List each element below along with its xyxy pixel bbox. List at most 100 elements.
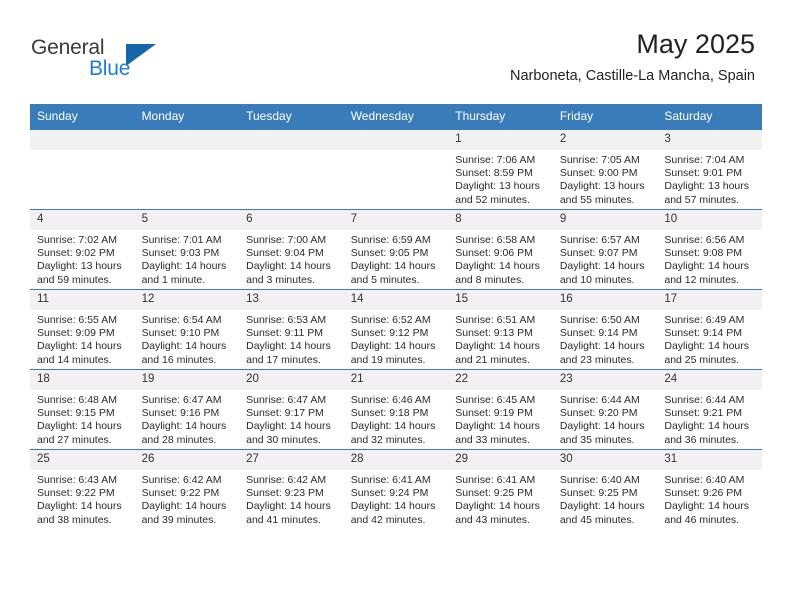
daylight-text-line1: Daylight: 14 hours — [559, 340, 645, 353]
calendar-cell-day[interactable]: 18 Sunrise: 6:48 AM Sunset: 9:15 PM Dayligh… — [30, 369, 135, 450]
sunrise-text: Sunrise: 6:53 AM — [246, 314, 327, 326]
calendar-cell-day[interactable]: 25 Sunrise: 6:43 AM Sunset: 9:22 PM Dayligh… — [30, 449, 135, 529]
day-cell: 25 Sunrise: 6:43 AM Sunset: 9:22 PM Dayligh… — [30, 450, 135, 529]
daylight-text-line1: Daylight: 14 hours — [664, 500, 750, 513]
sunset-text: Sunset: 9:01 PM — [664, 167, 743, 180]
day-cell: 4 Sunrise: 7:02 AM Sunset: 9:02 PM Daylight… — [30, 210, 135, 289]
calendar-cell-day[interactable]: 12 Sunrise: 6:54 AM Sunset: 9:10 PM Dayligh… — [134, 289, 240, 370]
daylight-text-line1: Daylight: 14 hours — [37, 420, 122, 433]
page-subtitle: Narboneta, Castille-La Mancha, Spain — [509, 68, 755, 84]
calendar-page: General Blue May 2025 Narboneta, Castill… — [0, 0, 792, 612]
day-cell: 10 Sunrise: 6:56 AM Sunset: 9:08 PM Dayligh… — [657, 210, 762, 289]
calendar-cell-day[interactable]: 4 Sunrise: 7:02 AM Sunset: 9:02 PM Daylight… — [30, 209, 135, 290]
day-number: 12 — [134, 290, 240, 310]
day-number: 20 — [239, 370, 344, 390]
daylight-text-line2: and 59 minutes. — [37, 273, 112, 286]
day-number: 31 — [657, 450, 762, 470]
day-number: 8 — [448, 210, 553, 230]
calendar-cell-day[interactable]: 17 Sunrise: 6:49 AM Sunset: 9:14 PM Dayligh… — [657, 289, 762, 370]
day-number: 23 — [552, 370, 658, 390]
sunrise-text: Sunrise: 6:54 AM — [141, 314, 222, 326]
calendar-week-row: 4 Sunrise: 7:02 AM Sunset: 9:02 PM Daylight… — [30, 209, 762, 290]
calendar-cell-day[interactable]: 24 Sunrise: 6:44 AM Sunset: 9:21 PM Dayligh… — [657, 369, 762, 450]
calendar-cell-day[interactable]: 21 Sunrise: 6:46 AM Sunset: 9:18 PM Dayligh… — [343, 369, 449, 450]
calendar-cell-day[interactable]: 6 Sunrise: 7:00 AM Sunset: 9:04 PM Daylight… — [239, 209, 344, 290]
calendar-cell-day[interactable]: 30 Sunrise: 6:40 AM Sunset: 9:25 PM Dayligh… — [552, 449, 658, 529]
day-cell: 7 Sunrise: 6:59 AM Sunset: 9:05 PM Daylight… — [343, 210, 449, 289]
daylight-text-line2: and 14 minutes. — [37, 353, 112, 366]
general-blue-logo[interactable]: General Blue — [31, 36, 211, 84]
day-number: 30 — [552, 450, 658, 470]
day-cell: 1 Sunrise: 7:06 AM Sunset: 8:59 PM Daylight… — [448, 130, 553, 209]
day-cell: 6 Sunrise: 7:00 AM Sunset: 9:04 PM Daylight… — [239, 210, 344, 289]
daylight-text-line1: Daylight: 14 hours — [559, 500, 645, 513]
day-cell: 18 Sunrise: 6:48 AM Sunset: 9:15 PM Dayligh… — [30, 370, 135, 449]
calendar-cell-day[interactable]: 1 Sunrise: 7:06 AM Sunset: 8:59 PM Daylight… — [448, 129, 553, 210]
daylight-text-line1: Daylight: 14 hours — [559, 260, 645, 273]
calendar-week-row: 11 Sunrise: 6:55 AM Sunset: 9:09 PM Dayligh… — [30, 289, 762, 370]
day-number: 15 — [448, 290, 553, 310]
sunrise-text: Sunrise: 7:00 AM — [246, 234, 327, 246]
day-details: Sunrise: 6:40 AM Sunset: 9:25 PM Daylight:… — [553, 470, 658, 527]
calendar-cell-day[interactable]: 27 Sunrise: 6:42 AM Sunset: 9:23 PM Dayligh… — [239, 449, 344, 529]
daylight-text-line1: Daylight: 14 hours — [559, 420, 645, 433]
day-number — [134, 130, 240, 150]
daylight-text-line1: Daylight: 14 hours — [350, 260, 436, 273]
sunrise-text: Sunrise: 7:02 AM — [37, 234, 117, 246]
calendar-cell-day[interactable]: 26 Sunrise: 6:42 AM Sunset: 9:22 PM Dayligh… — [134, 449, 240, 529]
day-number — [30, 130, 135, 150]
daylight-text-line2: and 43 minutes. — [455, 513, 530, 526]
sunset-text: Sunset: 9:05 PM — [350, 247, 429, 260]
sunset-text: Sunset: 9:22 PM — [141, 487, 220, 500]
calendar-cell-day[interactable]: 19 Sunrise: 6:47 AM Sunset: 9:16 PM Dayligh… — [134, 369, 240, 450]
day-cell: 26 Sunrise: 6:42 AM Sunset: 9:22 PM Dayligh… — [134, 450, 240, 529]
calendar-cell-day[interactable]: 20 Sunrise: 6:47 AM Sunset: 9:17 PM Dayligh… — [239, 369, 344, 450]
day-number: 6 — [239, 210, 344, 230]
weekday-header-tuesday: Tuesday — [239, 104, 344, 130]
sunset-text: Sunset: 9:18 PM — [350, 407, 429, 420]
daylight-text-line1: Daylight: 14 hours — [246, 500, 331, 513]
calendar-cell-day[interactable]: 7 Sunrise: 6:59 AM Sunset: 9:05 PM Daylight… — [343, 209, 449, 290]
day-cell: 16 Sunrise: 6:50 AM Sunset: 9:14 PM Dayligh… — [552, 290, 658, 369]
day-number: 11 — [30, 290, 135, 310]
sunrise-text: Sunrise: 6:49 AM — [664, 314, 745, 326]
calendar-cell-day[interactable]: 22 Sunrise: 6:45 AM Sunset: 9:19 PM Dayligh… — [448, 369, 553, 450]
weekday-header-saturday: Saturday — [657, 104, 762, 130]
calendar-body: 1 Sunrise: 7:06 AM Sunset: 8:59 PM Daylight… — [30, 129, 762, 529]
day-details: Sunrise: 6:45 AM Sunset: 9:19 PM Daylight:… — [448, 390, 553, 447]
day-cell: 17 Sunrise: 6:49 AM Sunset: 9:14 PM Dayligh… — [657, 290, 762, 369]
calendar-cell-day[interactable]: 2 Sunrise: 7:05 AM Sunset: 9:00 PM Daylight… — [552, 129, 658, 210]
day-details: Sunrise: 6:42 AM Sunset: 9:23 PM Daylight:… — [239, 470, 344, 527]
calendar-cell-day[interactable]: 8 Sunrise: 6:58 AM Sunset: 9:06 PM Daylight… — [448, 209, 553, 290]
daylight-text-line1: Daylight: 14 hours — [37, 500, 122, 513]
day-details: Sunrise: 6:48 AM Sunset: 9:15 PM Daylight:… — [30, 390, 135, 447]
day-details: Sunrise: 6:43 AM Sunset: 9:22 PM Daylight:… — [30, 470, 135, 527]
daylight-text-line2: and 17 minutes. — [246, 353, 321, 366]
calendar-cell-day[interactable]: 23 Sunrise: 6:44 AM Sunset: 9:20 PM Dayligh… — [552, 369, 658, 450]
day-details: Sunrise: 6:46 AM Sunset: 9:18 PM Daylight:… — [344, 390, 449, 447]
calendar-cell-day[interactable]: 31 Sunrise: 6:40 AM Sunset: 9:26 PM Dayligh… — [657, 449, 762, 529]
calendar-cell-day[interactable]: 5 Sunrise: 7:01 AM Sunset: 9:03 PM Daylight… — [134, 209, 240, 290]
calendar-cell-day[interactable]: 11 Sunrise: 6:55 AM Sunset: 9:09 PM Dayligh… — [30, 289, 135, 370]
calendar-cell-day[interactable]: 29 Sunrise: 6:41 AM Sunset: 9:25 PM Dayligh… — [448, 449, 553, 529]
sunset-text: Sunset: 9:03 PM — [141, 247, 220, 260]
daylight-text-line1: Daylight: 14 hours — [141, 260, 227, 273]
calendar-cell-empty — [30, 129, 135, 210]
calendar-cell-day[interactable]: 28 Sunrise: 6:41 AM Sunset: 9:24 PM Dayligh… — [343, 449, 449, 529]
calendar-cell-day[interactable]: 15 Sunrise: 6:51 AM Sunset: 9:13 PM Dayligh… — [448, 289, 553, 370]
day-cell: 29 Sunrise: 6:41 AM Sunset: 9:25 PM Dayligh… — [448, 450, 553, 529]
day-cell: 12 Sunrise: 6:54 AM Sunset: 9:10 PM Dayligh… — [134, 290, 240, 369]
daylight-text-line2: and 45 minutes. — [559, 513, 635, 526]
calendar-cell-day[interactable]: 10 Sunrise: 6:56 AM Sunset: 9:08 PM Dayligh… — [657, 209, 762, 290]
calendar-cell-day[interactable]: 3 Sunrise: 7:04 AM Sunset: 9:01 PM Daylight… — [657, 129, 762, 210]
calendar-cell-day[interactable]: 13 Sunrise: 6:53 AM Sunset: 9:11 PM Dayligh… — [239, 289, 344, 370]
day-details: Sunrise: 7:05 AM Sunset: 9:00 PM Daylight:… — [553, 150, 658, 207]
calendar-cell-day[interactable]: 14 Sunrise: 6:52 AM Sunset: 9:12 PM Dayligh… — [343, 289, 449, 370]
day-cell: 11 Sunrise: 6:55 AM Sunset: 9:09 PM Dayligh… — [30, 290, 135, 369]
day-cell: 23 Sunrise: 6:44 AM Sunset: 9:20 PM Dayligh… — [552, 370, 658, 449]
day-number: 5 — [134, 210, 240, 230]
sunrise-text: Sunrise: 6:57 AM — [559, 234, 640, 246]
calendar-cell-day[interactable]: 9 Sunrise: 6:57 AM Sunset: 9:07 PM Daylight… — [552, 209, 658, 290]
calendar-cell-day[interactable]: 16 Sunrise: 6:50 AM Sunset: 9:14 PM Dayligh… — [552, 289, 658, 370]
sunset-text: Sunset: 8:59 PM — [455, 167, 533, 180]
